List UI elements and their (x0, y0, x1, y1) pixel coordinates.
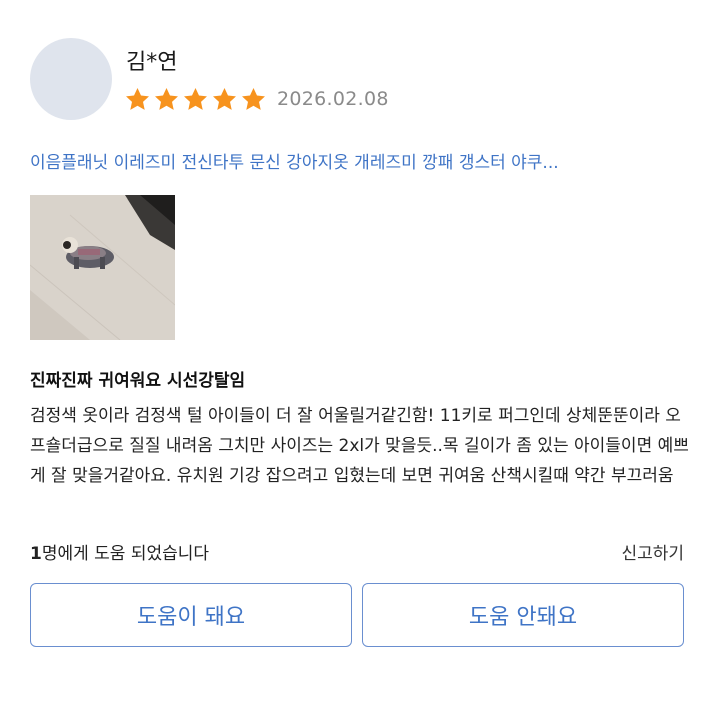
review-date: 2026.02.08 (277, 88, 389, 110)
star-icon (242, 88, 265, 110)
star-icon (126, 88, 149, 110)
star-rating (124, 86, 267, 113)
helpful-yes-button[interactable]: 도움이 돼요 (30, 583, 352, 647)
review-photo[interactable] (30, 195, 175, 340)
helpful-count: 1 (30, 544, 42, 564)
star-icon (184, 88, 207, 110)
reviewer-name: 김*연 (126, 50, 178, 75)
star-icon (213, 88, 236, 110)
avatar (30, 38, 112, 120)
helpful-no-button[interactable]: 도움 안돼요 (362, 583, 684, 647)
helpful-count-text: 1명에게 도움 되었습니다 (30, 539, 209, 564)
product-option-link[interactable]: 이음플래닛 이레즈미 전신타투 문신 강아지옷 개레즈미 깡패 갱스터 야쿠..… (30, 148, 680, 173)
star-icon (155, 88, 178, 110)
helpful-suffix: 명에게 도움 되었습니다 (41, 544, 210, 564)
report-link[interactable]: 신고하기 (621, 539, 684, 564)
review-title: 진짜진짜 귀여워요 시선강탈임 (30, 371, 246, 391)
review-body: 검정색 옷이라 검정색 털 아이들이 더 잘 어울릴거같긴함! 11키로 퍼그인… (30, 406, 689, 486)
